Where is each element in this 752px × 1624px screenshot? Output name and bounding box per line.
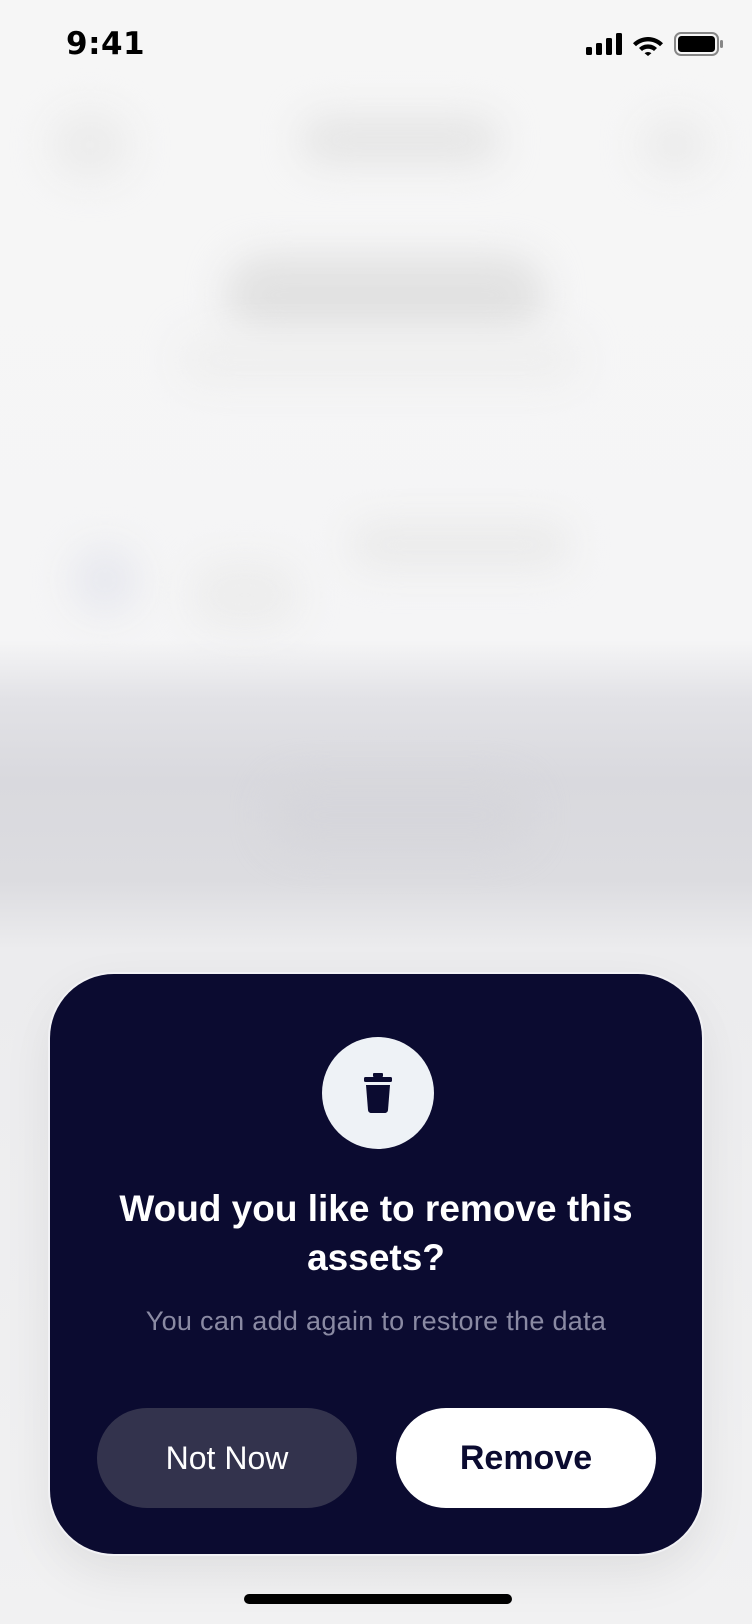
blurred-row (270, 780, 530, 850)
battery-icon (674, 32, 723, 56)
signal-icon (586, 33, 622, 55)
home-indicator[interactable] (244, 1594, 512, 1604)
remove-button[interactable]: Remove (396, 1408, 656, 1508)
dialog-subtitle: You can add again to restore the data (145, 1306, 607, 1336)
trash-icon (364, 1073, 392, 1113)
screen: 9:41 Woud you like to remove this assets… (0, 0, 752, 1624)
blurred-asset-value (350, 520, 570, 570)
not-now-button[interactable]: Not Now (97, 1408, 357, 1508)
status-bar: 9:41 (0, 0, 752, 92)
blurred-header-action (640, 115, 710, 175)
blurred-balance (225, 255, 545, 335)
dialog-title: Woud you like to remove this assets? (119, 1188, 633, 1278)
status-icons (586, 32, 724, 56)
blurred-asset-name (190, 560, 300, 630)
trash-icon-container (322, 1037, 434, 1149)
blurred-balance-caption (180, 335, 580, 385)
blurred-asset-icon (70, 545, 140, 615)
blurred-back-button (50, 110, 130, 180)
wifi-icon (633, 37, 663, 56)
remove-asset-dialog: Woud you like to remove this assets? You… (50, 974, 702, 1554)
status-time: 9:41 (66, 26, 146, 62)
blurred-header-title (300, 115, 500, 165)
